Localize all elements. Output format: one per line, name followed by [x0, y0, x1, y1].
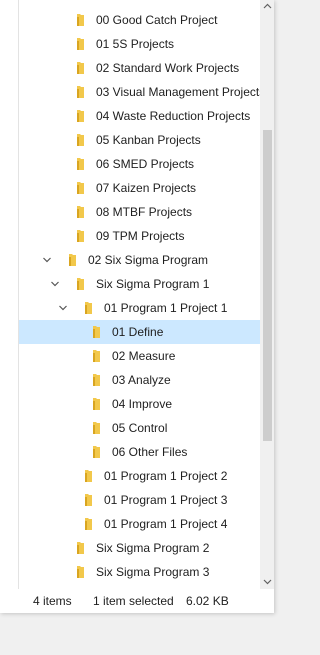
tree-item[interactable]: 09 TPM Projects	[0, 224, 260, 248]
folder-icon	[77, 62, 84, 74]
tree-item[interactable]: 05 Control	[0, 416, 260, 440]
tree-item-label: 04 Waste Reduction Projects	[96, 109, 251, 123]
folder-icon	[77, 206, 84, 218]
scroll-up-arrow-icon[interactable]	[263, 2, 272, 11]
tree-item-label: 04 Improve	[112, 397, 173, 411]
tree-item[interactable]: 01 Program 1 Project 4	[0, 512, 260, 536]
tree-item[interactable]: 07 Kaizen Projects	[0, 176, 260, 200]
item-count: 4 items	[33, 594, 72, 608]
selection-size: 6.02 KB	[186, 594, 229, 608]
folder-icon	[77, 542, 84, 554]
vertical-scrollbar[interactable]	[260, 0, 274, 589]
folder-icon	[77, 38, 84, 50]
tree-item[interactable]: 01 Program 1 Project 2	[0, 464, 260, 488]
tree-item-label: 06 Other Files	[112, 445, 188, 459]
folder-icon	[93, 326, 100, 338]
tree-item-label: 01 Define	[112, 325, 164, 339]
tree-item-label: 01 Program 1 Project 1	[104, 301, 228, 315]
tree-item[interactable]: Six Sigma Program 2	[0, 536, 260, 560]
tree-item-label: 06 SMED Projects	[96, 157, 195, 171]
folder-icon	[77, 182, 84, 194]
folder-icon	[85, 470, 92, 482]
selection-count: 1 item selected	[93, 594, 174, 608]
folder-icon	[77, 158, 84, 170]
tree-item[interactable]: Six Sigma Program 1	[0, 272, 260, 296]
tree-item-label: 05 Kanban Projects	[96, 133, 201, 147]
tree-item[interactable]: 02 Standard Work Projects	[0, 56, 260, 80]
status-bar: 4 items 1 item selected 6.02 KB	[18, 589, 274, 613]
scroll-down-arrow-icon[interactable]	[263, 577, 272, 586]
folder-icon	[93, 446, 100, 458]
navigation-tree: 00 Good Catch Project 01 5S Projects 02 St…	[0, 0, 260, 589]
folder-icon	[77, 230, 84, 242]
tree-item[interactable]: 03 Visual Management Projects	[0, 80, 260, 104]
tree-item-label: 08 MTBF Projects	[96, 205, 193, 219]
tree-item[interactable]: 00 Good Catch Project	[0, 8, 260, 32]
folder-icon	[93, 422, 100, 434]
tree-item[interactable]: 04 Waste Reduction Projects	[0, 104, 260, 128]
tree-item-label: Six Sigma Program 3	[96, 565, 210, 579]
tree-item[interactable]: 06 SMED Projects	[0, 152, 260, 176]
tree-item-label: 01 Program 1 Project 3	[104, 493, 228, 507]
tree-item-selected[interactable]: 01 Define	[19, 320, 260, 344]
folder-icon	[77, 134, 84, 146]
tree-item[interactable]: 05 Kanban Projects	[0, 128, 260, 152]
tree-item-label: 02 Standard Work Projects	[96, 61, 240, 75]
tree-item[interactable]: 04 Improve	[0, 392, 260, 416]
tree-item[interactable]: 03 Analyze	[0, 368, 260, 392]
tree-item-label: 02 Six Sigma Program	[88, 253, 209, 267]
tree-item-label: Six Sigma Program 1	[96, 277, 210, 291]
folder-icon	[77, 14, 84, 26]
tree-item-label: 00 Good Catch Project	[96, 13, 218, 27]
scrollbar-thumb[interactable]	[263, 130, 272, 441]
file-explorer-window: 00 Good Catch Project 01 5S Projects 02 St…	[0, 0, 274, 613]
tree-item[interactable]: 02 Measure	[0, 344, 260, 368]
tree-item-label: Six Sigma Program 2	[96, 541, 210, 555]
tree-item[interactable]: Six Sigma Program 3	[0, 560, 260, 584]
tree-item-label: 07 Kaizen Projects	[96, 181, 197, 195]
tree-item[interactable]: 01 Program 1 Project 3	[0, 488, 260, 512]
tree-item[interactable]: 06 Other Files	[0, 440, 260, 464]
tree-item-label: 01 Program 1 Project 2	[104, 469, 228, 483]
tree-item[interactable]: 08 MTBF Projects	[0, 200, 260, 224]
tree-item-label: 09 TPM Projects	[96, 229, 185, 243]
folder-icon	[93, 398, 100, 410]
tree-item-label: 01 5S Projects	[96, 37, 175, 51]
chevron-down-icon[interactable]	[42, 255, 52, 265]
tree-item[interactable]: 02 Six Sigma Program	[0, 248, 260, 272]
folder-icon	[93, 350, 100, 362]
tree-item[interactable]: 01 Program 1 Project 1	[0, 296, 260, 320]
tree-item-label: 03 Analyze	[112, 373, 171, 387]
tree-item-label: 03 Visual Management Projects	[96, 85, 260, 99]
tree-item-label: 05 Control	[112, 421, 168, 435]
tree-item[interactable]: 01 5S Projects	[0, 32, 260, 56]
tree-item-label: 02 Measure	[112, 349, 176, 363]
folder-icon	[77, 278, 84, 290]
folder-icon	[85, 302, 92, 314]
pane-divider	[18, 0, 19, 589]
folder-icon	[93, 374, 100, 386]
folder-icon	[77, 110, 84, 122]
folder-icon	[69, 254, 76, 266]
folder-icon	[85, 518, 92, 530]
chevron-down-icon[interactable]	[58, 303, 68, 313]
folder-icon	[77, 566, 84, 578]
folder-icon	[85, 494, 92, 506]
folder-icon	[77, 86, 84, 98]
tree-item-label: 01 Program 1 Project 4	[104, 517, 228, 531]
chevron-down-icon[interactable]	[50, 279, 60, 289]
